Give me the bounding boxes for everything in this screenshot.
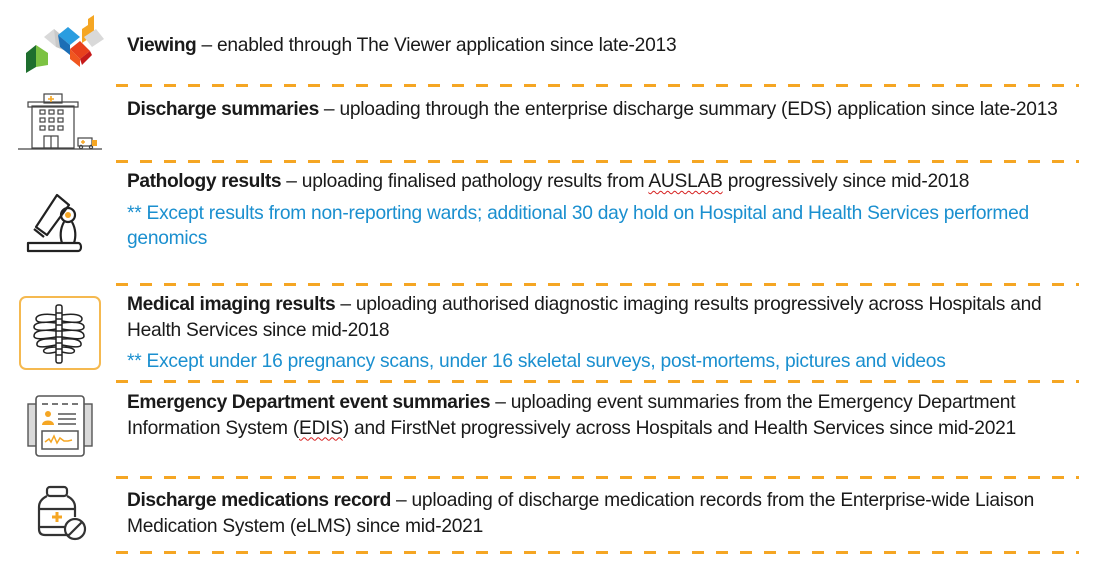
item-description: uploading finalised pathology results fr…	[301, 171, 970, 192]
item-description: uploading through the enterprise dischar…	[339, 99, 1058, 120]
item-note: ** Except results from non-reporting war…	[127, 202, 1029, 250]
hospital-ambulance-icon	[12, 90, 106, 152]
microscope-icon	[12, 186, 106, 258]
divider	[116, 551, 1079, 554]
item-description: enabled through The Viewer application s…	[216, 35, 677, 56]
event-summary-document-icon	[12, 390, 106, 460]
item-title: Discharge medications record	[127, 490, 391, 511]
item-note: ** Except under 16 pregnancy scans, unde…	[127, 351, 946, 372]
viewer-logo-icon	[12, 14, 106, 76]
item-title: Pathology results	[127, 171, 282, 192]
item-title: Emergency Department event summaries	[127, 392, 491, 413]
xray-ribcage-icon	[12, 295, 106, 371]
divider	[116, 283, 1079, 286]
divider	[116, 476, 1079, 479]
divider	[116, 160, 1079, 163]
item-title: Discharge summaries	[127, 99, 319, 120]
divider	[116, 84, 1079, 87]
item-title: Viewing	[127, 35, 197, 56]
spellcheck-flagged-word[interactable]: AUSLAB	[648, 171, 722, 192]
medication-bottle-icon	[12, 482, 106, 544]
spellcheck-flagged-word[interactable]: EDIS	[299, 418, 343, 439]
item-title: Medical imaging results	[127, 294, 336, 315]
divider	[116, 380, 1079, 383]
